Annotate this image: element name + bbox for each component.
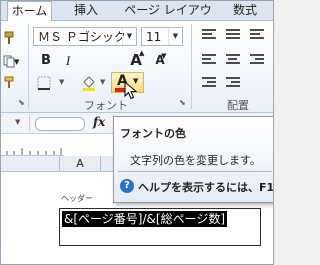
grow-font-button[interactable]: A ▲	[127, 49, 145, 69]
italic-button[interactable]: I	[62, 53, 74, 69]
format-painter-icon[interactable]	[3, 31, 15, 45]
align-center-icon[interactable]	[226, 54, 240, 66]
formula-bar-separator	[29, 115, 30, 131]
format-painter-brush-icon[interactable]	[3, 75, 15, 89]
chevron-down-icon[interactable]: ▼	[168, 28, 182, 45]
tooltip-title: フォントの色	[120, 127, 186, 140]
header-content[interactable]: &[ページ番号]/&[総ページ数]	[62, 211, 228, 227]
excel-window: ホーム 挿入 ページ レイアウト 数式 ▼ ⬊ ＭＳ Ｐゴシック ▼ 11 ▼ …	[0, 0, 274, 265]
clipboard-dialog-launcher-icon[interactable]: ⬊	[18, 98, 25, 107]
font-name-value: ＭＳ Ｐゴシック	[38, 30, 126, 44]
decrease-arrow-icon: ▼	[161, 52, 167, 60]
insert-function-button[interactable]: fx	[93, 115, 105, 129]
tab-formulas[interactable]: 数式	[227, 1, 263, 20]
align-top-icon[interactable]	[202, 29, 216, 41]
tooltip-description: 文字列の色を変更します。	[130, 154, 261, 167]
tab-home[interactable]: ホーム	[7, 1, 52, 22]
align-middle-icon[interactable]	[226, 29, 240, 41]
font-size-value: 11	[146, 30, 162, 44]
group-separator	[191, 24, 192, 109]
border-button[interactable]	[37, 76, 53, 90]
chevron-down-icon[interactable]: ▼	[122, 28, 136, 45]
alignment-group-label: 配置	[227, 99, 249, 112]
font-size-combo[interactable]: 11 ▼	[141, 27, 183, 46]
shrink-font-button[interactable]: A ▼	[151, 52, 169, 67]
ribbon-tabs: ホーム 挿入 ページ レイアウト 数式	[1, 1, 273, 36]
header-label: ヘッダー	[61, 194, 93, 203]
increase-arrow-icon: ▲	[139, 49, 145, 57]
align-left-icon[interactable]	[202, 54, 216, 66]
help-icon: ?	[120, 179, 134, 193]
font-dialog-launcher-icon[interactable]: ⬊	[179, 98, 186, 107]
zoom-slider[interactable]	[35, 117, 85, 131]
column-header-a[interactable]: A	[59, 156, 101, 171]
font-color-tooltip: フォントの色 文字列の色を変更します。 ? ヘルプを表示するには、F1	[113, 116, 274, 203]
decrease-indent-icon[interactable]	[202, 77, 216, 89]
name-box-dropdown-icon[interactable]: ▼	[15, 118, 20, 126]
font-group-label: フォント	[84, 99, 128, 112]
font-name-combo[interactable]: ＭＳ Ｐゴシック ▼	[33, 27, 137, 46]
tooltip-divider	[118, 171, 272, 172]
paste-dropdown-icon[interactable]: ▼	[14, 58, 19, 66]
align-bottom-icon[interactable]	[250, 29, 264, 41]
fill-color-dropdown-icon[interactable]: ▼	[100, 78, 105, 86]
tooltip-help-text: ヘルプを表示するには、F1	[138, 181, 274, 194]
increase-indent-icon[interactable]	[226, 77, 240, 89]
bold-button[interactable]: B	[39, 53, 53, 68]
page-header-edit-box[interactable]: &[ページ番号]/&[総ページ数]	[59, 208, 261, 246]
tab-page-layout[interactable]: ページ レイアウト	[122, 1, 214, 36]
group-separator	[28, 24, 29, 109]
align-right-icon[interactable]	[250, 54, 264, 66]
ribbon-home: ▼ ⬊ ＭＳ Ｐゴシック ▼ 11 ▼ B I A ▲ A ▼ ▼ ▼ A ▼ …	[1, 21, 273, 113]
tab-insert[interactable]: 挿入	[68, 1, 104, 20]
border-dropdown-icon[interactable]: ▼	[59, 78, 64, 86]
fill-color-icon[interactable]	[81, 75, 97, 91]
